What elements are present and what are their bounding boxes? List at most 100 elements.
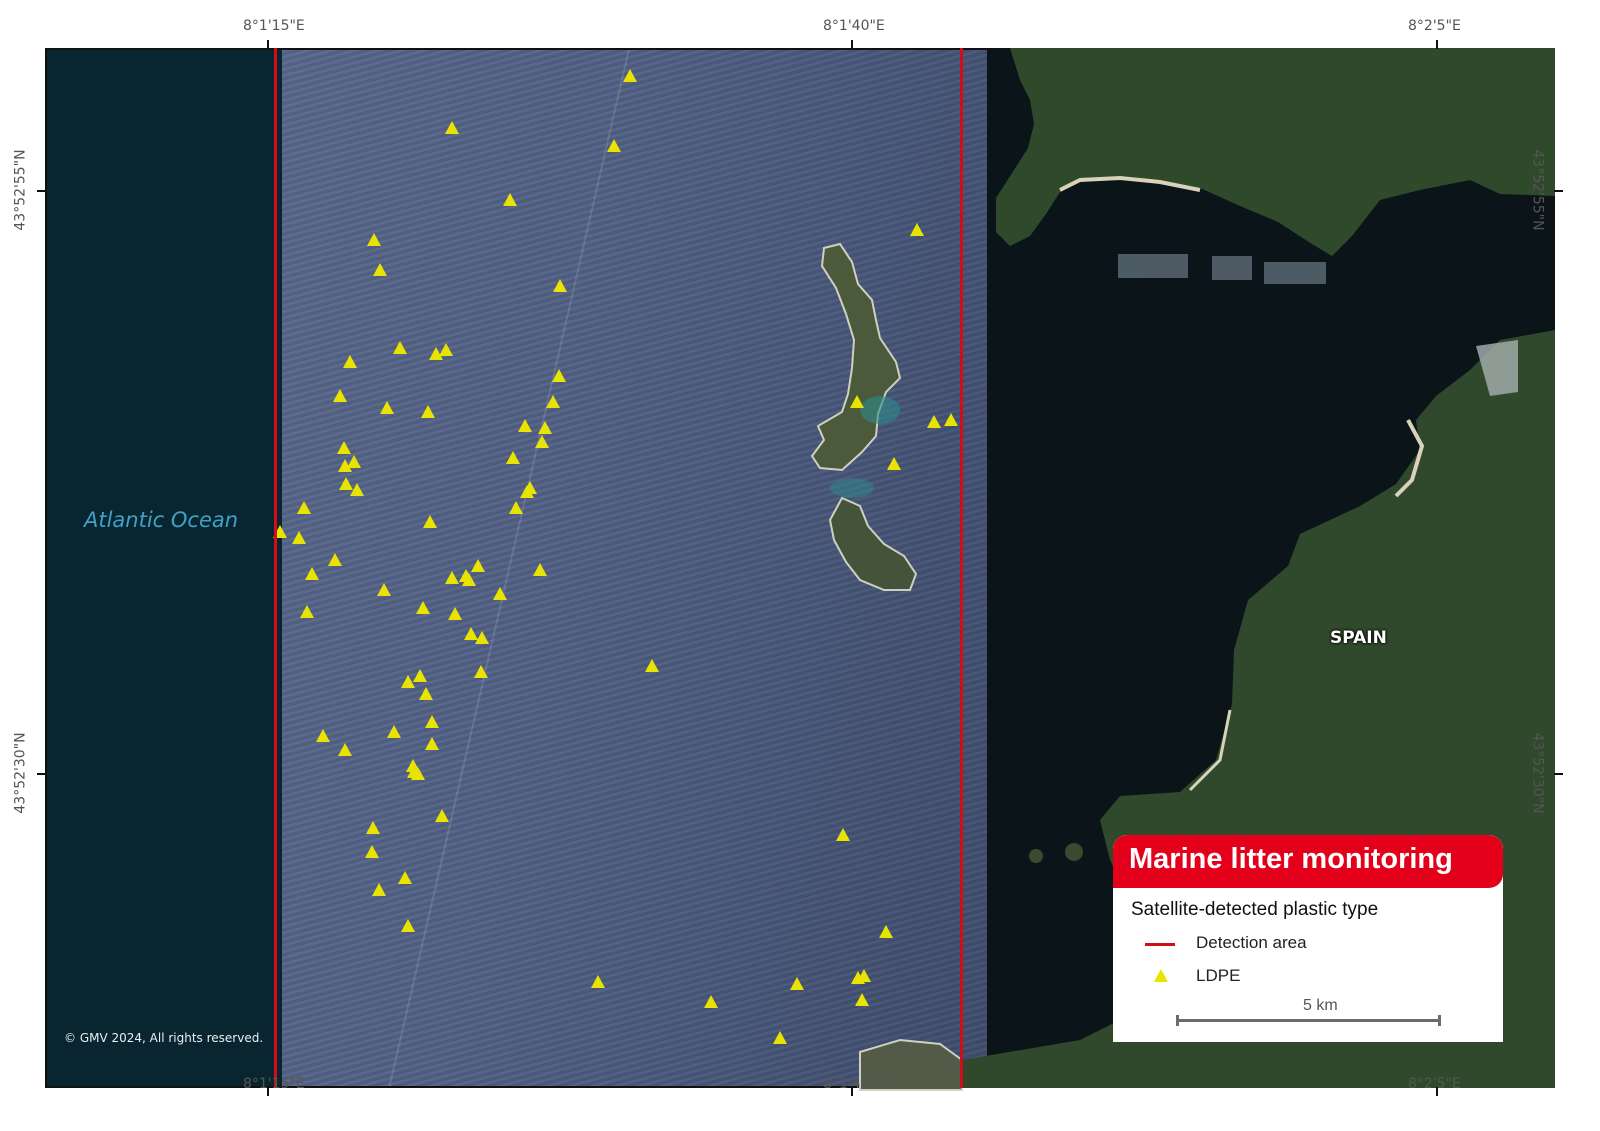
red-line-icon — [1145, 943, 1175, 946]
tick-mark — [1554, 773, 1563, 775]
ldpe-marker-icon — [367, 233, 381, 246]
ldpe-marker-icon — [910, 223, 924, 236]
ldpe-marker-icon — [316, 729, 330, 742]
ldpe-marker-icon — [292, 531, 306, 544]
ldpe-marker-icon — [855, 993, 869, 1006]
ldpe-marker-icon — [305, 567, 319, 580]
ldpe-marker-icon — [416, 601, 430, 614]
tick-mark — [37, 773, 46, 775]
bottom-tick-label: 8°1'15"E — [243, 1076, 305, 1092]
ldpe-marker-icon — [339, 477, 353, 490]
ldpe-marker-icon — [372, 883, 386, 896]
ldpe-marker-icon — [387, 725, 401, 738]
tick-mark — [267, 1087, 269, 1096]
ldpe-marker-icon — [401, 675, 415, 688]
scale-bar-label: 5 km — [1303, 997, 1338, 1014]
ldpe-marker-icon — [944, 413, 958, 426]
scale-bar-end — [1176, 1015, 1179, 1026]
ldpe-marker-icon — [425, 737, 439, 750]
right-tick-label: 43°52'55"N — [1529, 149, 1546, 231]
legend-item-label: LDPE — [1196, 966, 1241, 985]
ldpe-marker-icon — [300, 605, 314, 618]
ldpe-marker-icon — [365, 845, 379, 858]
legend-item-detection-area: Detection area — [1113, 933, 1503, 955]
ldpe-marker-icon — [471, 559, 485, 572]
ldpe-marker-icon — [445, 121, 459, 134]
ldpe-marker-icon — [377, 583, 391, 596]
tick-mark — [267, 40, 269, 49]
ldpe-marker-icon — [343, 355, 357, 368]
right-tick-label: 43°52'30"N — [1529, 732, 1546, 814]
ldpe-marker-icon — [887, 457, 901, 470]
ldpe-marker-icon — [790, 977, 804, 990]
ldpe-marker-icon — [398, 871, 412, 884]
detection-area-east-boundary — [960, 48, 963, 1088]
ldpe-marker-icon — [518, 419, 532, 432]
top-tick-label: 8°1'15"E — [243, 18, 305, 34]
ldpe-marker-icon — [927, 415, 941, 428]
ldpe-marker-icon — [445, 571, 459, 584]
ldpe-marker-icon — [448, 607, 462, 620]
ldpe-marker-icon — [836, 828, 850, 841]
top-tick-label: 8°1'40"E — [823, 18, 885, 34]
country-label: SPAIN — [1330, 628, 1387, 648]
legend-panel: Marine litter monitoring Satellite-detec… — [1113, 835, 1503, 1042]
tick-mark — [37, 190, 46, 192]
ocean-label: Atlantic Ocean — [84, 508, 239, 532]
ldpe-marker-icon — [509, 501, 523, 514]
ldpe-marker-icon — [337, 441, 351, 454]
tick-mark — [851, 40, 853, 49]
left-tick-label: 43°52'55"N — [12, 149, 29, 231]
ldpe-marker-icon — [338, 743, 352, 756]
ldpe-marker-icon — [366, 821, 380, 834]
ldpe-marker-icon — [591, 975, 605, 988]
ldpe-marker-icon — [879, 925, 893, 938]
legend-subtitle: Satellite-detected plastic type — [1131, 899, 1379, 920]
ldpe-marker-icon — [546, 395, 560, 408]
ldpe-marker-icon — [535, 435, 549, 448]
ldpe-marker-icon — [503, 193, 517, 206]
legend-item-ldpe: LDPE — [1113, 966, 1503, 988]
ldpe-marker-icon — [553, 279, 567, 292]
ldpe-marker-icon — [333, 389, 347, 402]
ldpe-marker-icon — [704, 995, 718, 1008]
ldpe-marker-icon — [474, 665, 488, 678]
tick-mark — [1436, 1087, 1438, 1096]
ldpe-marker-icon — [421, 405, 435, 418]
detection-area-west-boundary — [274, 48, 277, 1088]
top-tick-label: 8°2'5"E — [1408, 18, 1461, 34]
ldpe-marker-icon — [435, 809, 449, 822]
copyright-notice: © GMV 2024, All rights reserved. — [64, 1031, 264, 1045]
legend-title: Marine litter monitoring — [1129, 843, 1453, 875]
ldpe-marker-icon — [623, 69, 637, 82]
scale-bar-end — [1438, 1015, 1441, 1026]
tick-mark — [1554, 190, 1563, 192]
ldpe-marker-icon — [464, 627, 478, 640]
tick-mark — [1436, 40, 1438, 49]
ldpe-marker-icon — [645, 659, 659, 672]
ldpe-marker-icon — [439, 343, 453, 356]
ldpe-marker-icon — [380, 401, 394, 414]
ldpe-marker-icon — [850, 395, 864, 408]
legend-header: Marine litter monitoring — [1113, 835, 1503, 888]
ldpe-marker-icon — [401, 919, 415, 932]
yellow-triangle-icon — [1154, 969, 1168, 982]
legend-item-label: Detection area — [1196, 933, 1307, 952]
scale-bar — [1176, 1015, 1441, 1026]
ldpe-marker-icon — [773, 1031, 787, 1044]
bottom-tick-label: 8°1'40"E — [823, 1076, 885, 1092]
tick-mark — [851, 1087, 853, 1096]
ldpe-marker-icon — [373, 263, 387, 276]
ldpe-marker-icon — [533, 563, 547, 576]
ldpe-marker-icon — [493, 587, 507, 600]
ldpe-marker-icon — [393, 341, 407, 354]
ldpe-marker-icon — [413, 669, 427, 682]
ldpe-marker-icon — [475, 631, 489, 644]
ldpe-marker-icon — [423, 515, 437, 528]
ldpe-marker-icon — [506, 451, 520, 464]
ldpe-marker-icon — [297, 501, 311, 514]
ldpe-marker-icon — [347, 455, 361, 468]
ldpe-marker-icon — [425, 715, 439, 728]
left-tick-label: 43°52'30"N — [12, 732, 29, 814]
ldpe-marker-icon — [607, 139, 621, 152]
